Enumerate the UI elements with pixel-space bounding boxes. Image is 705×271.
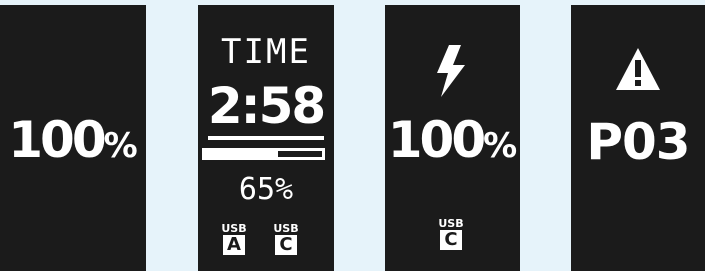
battery-level-unit: % (103, 126, 138, 166)
warning-icon (616, 48, 660, 90)
usb-a-letter: A (223, 235, 245, 255)
usb-c-letter: C (440, 230, 462, 250)
usb-c-letter: C (275, 235, 297, 255)
error-code: P03 (586, 113, 690, 171)
time-underline (208, 136, 324, 140)
usb-c-port-badge: USB C (438, 218, 464, 250)
time-remaining-panel: TIME 2:58 65% USB A USB C (198, 5, 334, 271)
time-remaining-value: 2:58 (207, 77, 326, 135)
charging-level-value: 100 (387, 111, 486, 169)
usb-c-port-badge: USB C (273, 223, 299, 255)
charging-panel: 100% USB C (385, 5, 520, 271)
charging-level-unit: % (483, 126, 518, 166)
charging-level-readout: 100% (385, 115, 520, 165)
battery-level-panel: 100% (0, 5, 146, 271)
time-label: TIME (221, 32, 311, 72)
charge-progress-bar (202, 148, 325, 160)
usb-a-port-badge: USB A (221, 223, 247, 255)
charge-progress-fill (205, 151, 278, 157)
battery-level-readout: 100% (0, 115, 146, 165)
lightning-bolt-icon (437, 45, 465, 97)
battery-level-value: 100 (8, 111, 106, 169)
charge-percent: 65% (238, 172, 294, 207)
error-panel: P03 (571, 5, 705, 271)
